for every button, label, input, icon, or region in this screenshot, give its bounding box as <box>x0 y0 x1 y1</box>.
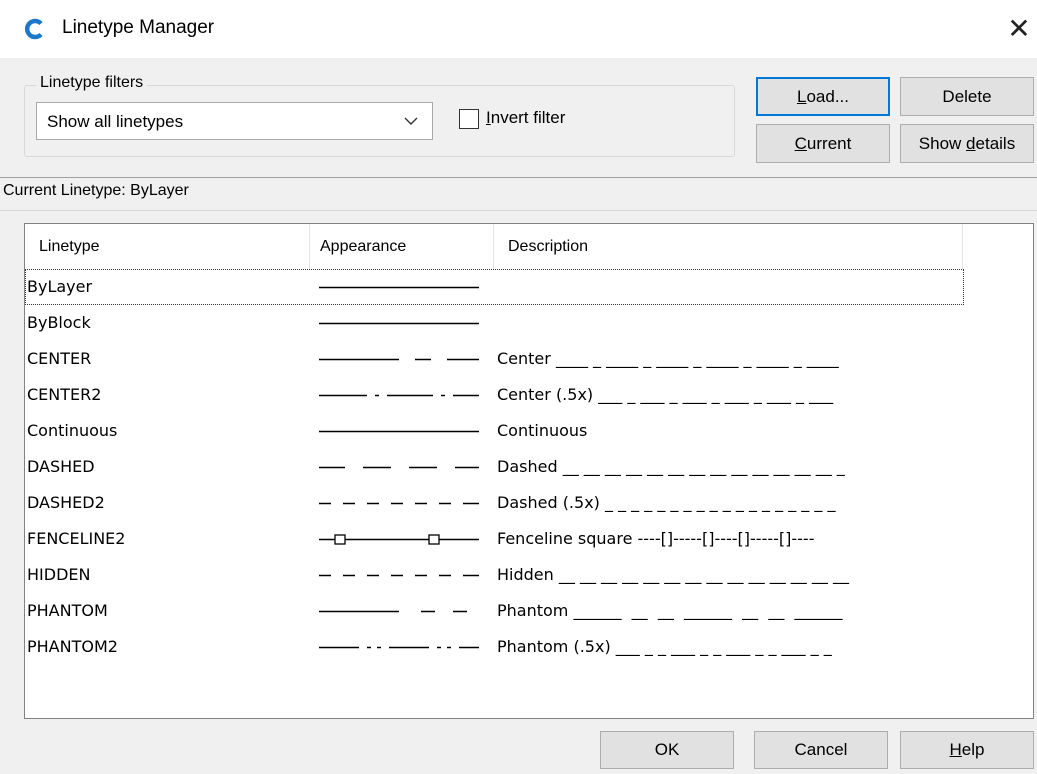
autocad-c-icon <box>25 18 43 40</box>
close-icon[interactable]: ✕ <box>1002 12 1036 46</box>
linetype-description: Center ____ _ ____ _ ____ _ ____ _ ____ … <box>497 349 839 368</box>
linetype-appearance-center2 <box>319 394 479 397</box>
current-accel: C <box>794 134 807 153</box>
fenceline-square <box>334 534 346 545</box>
column-header-description[interactable]: Description <box>494 224 963 269</box>
details-text-rest: etails <box>975 134 1016 153</box>
cancel-button[interactable]: Cancel <box>754 731 888 769</box>
invert-filter-label[interactable]: Invert filter <box>486 108 565 128</box>
chevron-down-icon <box>404 117 418 125</box>
linetype-name: ByLayer <box>27 277 93 296</box>
linetype-appearance-phantom2 <box>319 646 479 649</box>
linetype-row-fenceline2[interactable]: FENCELINE2 Fenceline square ----[]-----[]… <box>25 521 1033 557</box>
linetype-name: HIDDEN <box>27 565 91 584</box>
current-button[interactable]: Current <box>756 124 890 163</box>
linetype-row-center2[interactable]: CENTER2 Center (.5x) ___ _ ___ _ ___ _ __… <box>25 377 1033 413</box>
linetype-description: Dashed (.5x) _ _ _ _ _ _ _ _ _ _ _ _ _ _… <box>497 493 836 512</box>
linetype-row-dashed[interactable]: DASHED Dashed __ __ __ __ __ __ __ __ __ … <box>25 449 1033 485</box>
linetype-filter-dropdown[interactable]: Show all linetypes <box>36 102 433 140</box>
invert-filter-text: nvert filter <box>490 108 566 127</box>
linetype-name: CENTER <box>27 349 92 368</box>
linetype-name: PHANTOM <box>27 601 108 620</box>
linetype-row-byblock[interactable]: ByBlock <box>25 305 1033 341</box>
current-linetype-label: Current Linetype: ByLayer <box>3 182 189 199</box>
linetype-appearance-dashed <box>319 466 479 469</box>
ok-button[interactable]: OK <box>600 731 734 769</box>
linetype-description: Fenceline square ----[]-----[]----[]----… <box>497 529 815 548</box>
linetype-name: Continuous <box>27 421 118 440</box>
linetype-description: Center (.5x) ___ _ ___ _ ___ _ ___ _ ___… <box>497 385 834 404</box>
linetype-row-continuous[interactable]: Continuous Continuous <box>25 413 1033 449</box>
linetype-list[interactable]: Linetype Appearance Description ByLayer B… <box>24 223 1034 719</box>
linetype-appearance-phantom <box>319 610 467 613</box>
linetype-description: Phantom ______ __ __ ______ __ __ ______ <box>497 601 843 620</box>
linetype-appearance-center <box>319 358 479 361</box>
window-title: Linetype Manager <box>62 17 215 38</box>
linetype-row-phantom2[interactable]: PHANTOM2 Phantom (.5x) ___ _ _ ___ _ _ __… <box>25 629 1033 665</box>
linetype-row-bylayer[interactable]: ByLayer <box>25 269 964 305</box>
details-accel: d <box>966 134 976 153</box>
show-details-button[interactable]: Show details <box>900 124 1034 163</box>
delete-button[interactable]: Delete <box>900 77 1034 116</box>
load-button[interactable]: Load... <box>756 77 890 116</box>
linetype-name: DASHED <box>27 457 95 476</box>
linetype-name: PHANTOM2 <box>27 637 118 656</box>
linetype-name: ByBlock <box>27 313 91 332</box>
help-button[interactable]: Help <box>900 731 1034 769</box>
invert-filter-checkbox[interactable] <box>459 109 479 129</box>
linetype-appearance-solid <box>319 430 479 433</box>
current-text: urrent <box>806 134 852 153</box>
linetype-filter-value: Show all linetypes <box>47 112 184 131</box>
help-text: elp <box>961 740 985 759</box>
fenceline-square <box>428 534 440 545</box>
linetype-name: DASHED2 <box>27 493 105 512</box>
load-text: oad... <box>806 87 849 106</box>
linetype-filters-legend: Linetype filters <box>36 74 148 92</box>
linetype-appearance-dashed2 <box>319 574 479 577</box>
column-header-appearance[interactable]: Appearance <box>310 224 494 269</box>
linetype-appearance-dashed2 <box>319 502 479 505</box>
linetype-row-center[interactable]: CENTER Center ____ _ ____ _ ____ _ ____ _… <box>25 341 1033 377</box>
linetype-row-hidden[interactable]: HIDDEN Hidden __ __ __ __ __ __ __ __ __ … <box>25 557 1033 593</box>
linetype-appearance-solid <box>319 322 479 325</box>
linetype-appearance-solid <box>319 286 479 289</box>
linetype-name: CENTER2 <box>27 385 102 404</box>
help-accel: H <box>949 740 962 759</box>
linetype-appearance-fenceline <box>319 534 479 545</box>
column-header-linetype[interactable]: Linetype <box>25 224 310 269</box>
linetype-description: Dashed __ __ __ __ __ __ __ __ __ __ __ … <box>497 457 845 476</box>
linetype-description: Continuous <box>497 421 588 440</box>
linetype-description: Hidden __ __ __ __ __ __ __ __ __ __ __ … <box>497 565 849 584</box>
linetype-description: Phantom (.5x) ___ _ _ ___ _ _ ___ _ _ __… <box>497 637 832 656</box>
linetype-row-phantom[interactable]: PHANTOM Phantom ______ __ __ ______ __ __… <box>25 593 1033 629</box>
linetype-name: FENCELINE2 <box>27 529 126 548</box>
linetype-row-dashed2[interactable]: DASHED2 Dashed (.5x) _ _ _ _ _ _ _ _ _ _ … <box>25 485 1033 521</box>
details-text-pre: Show <box>918 134 967 153</box>
